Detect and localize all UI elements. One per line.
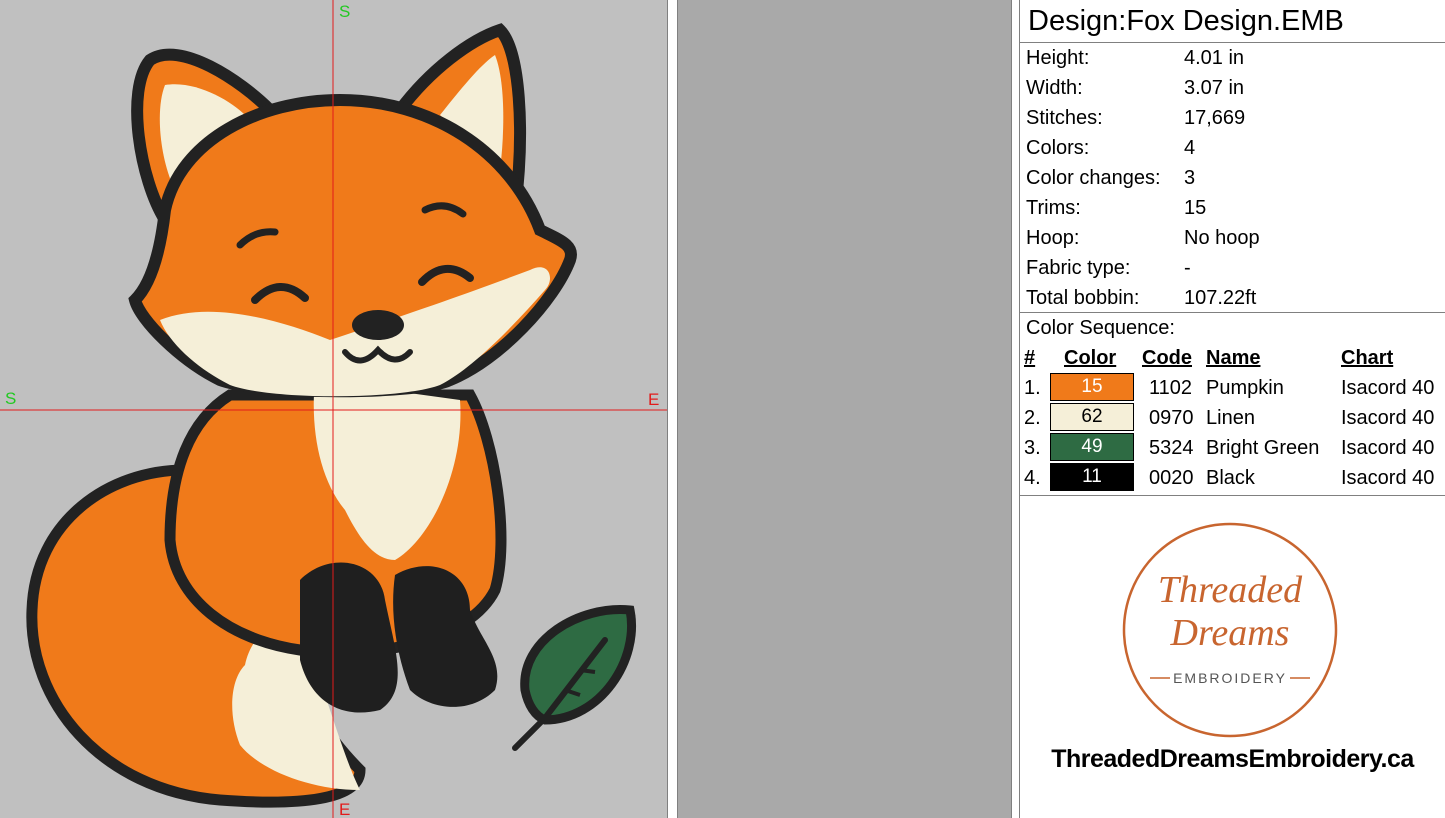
right-end-marker: E (648, 390, 660, 409)
color-code: 0970 (1149, 407, 1194, 429)
color-sequence-title: Color Sequence: (1026, 317, 1175, 339)
color-row: 4. 11 0020 Black Isacord 40 (1020, 463, 1445, 493)
color-name: Black (1206, 467, 1255, 489)
color-code: 1102 (1149, 377, 1193, 399)
color-chart: Isacord 40 (1341, 437, 1435, 459)
color-code: 0020 (1149, 467, 1194, 489)
logo-line2: Dreams (1170, 612, 1290, 654)
header-code: Code (1142, 347, 1192, 369)
empty-workspace (678, 0, 1011, 818)
stat-hoop: Hoop: No hoop (1026, 225, 1260, 251)
stat-value: 17,669 (1184, 107, 1246, 129)
color-swatch: 15 (1050, 373, 1134, 401)
color-chart: Isacord 40 (1341, 467, 1435, 489)
stat-color-changes: Color changes: 3 (1026, 165, 1195, 191)
stat-value: 107.22ft (1184, 287, 1257, 309)
color-name: Linen (1206, 407, 1255, 429)
header-num: # (1024, 347, 1036, 369)
stat-value: 15 (1184, 197, 1207, 219)
design-info-panel: Design:Fox Design.EMB Height: 4.01 in Wi… (1020, 0, 1445, 818)
divider (1020, 495, 1445, 496)
design-title: Design:Fox Design.EMB (1028, 5, 1344, 37)
divider (1020, 42, 1445, 43)
threaded-dreams-logo: Threaded Dreams EMBROIDERY (1122, 522, 1338, 738)
color-swatch: 11 (1050, 463, 1134, 491)
stat-trims: Trims: 15 (1026, 195, 1206, 221)
stat-fabric-type: Fabric type: - (1026, 255, 1191, 281)
fox-nose (352, 310, 404, 340)
bottom-end-marker: E (339, 800, 351, 818)
header-chart: Chart (1341, 347, 1394, 369)
stat-value: 4.01 in (1184, 47, 1245, 69)
fox-embroidery-preview (0, 0, 667, 818)
design-canvas[interactable]: S S E E (0, 0, 668, 818)
stat-value: No hoop (1184, 227, 1260, 249)
stat-label: Color changes: (1026, 167, 1161, 189)
stat-label: Total bobbin: (1026, 287, 1140, 309)
stat-value: 3.07 in (1184, 77, 1245, 99)
color-row: 3. 49 5324 Bright Green Isacord 40 (1020, 433, 1445, 463)
color-row: 2. 62 0970 Linen Isacord 40 (1020, 403, 1445, 433)
stat-label: Height: (1026, 47, 1090, 69)
stat-total-bobbin: Total bobbin: 107.22ft (1026, 285, 1256, 311)
color-row-number: 2. (1024, 407, 1041, 429)
stat-label: Colors: (1026, 137, 1090, 159)
logo-line3: EMBROIDERY (1173, 670, 1287, 686)
stat-height: Height: 4.01 in (1026, 45, 1244, 71)
leaf (520, 605, 636, 725)
color-row-number: 1. (1024, 377, 1041, 399)
color-row: 1. 15 1102 Pumpkin Isacord 40 (1020, 373, 1445, 403)
website-url: ThreadedDreamsEmbroidery.ca (1051, 745, 1414, 773)
stat-stitches: Stitches: 17,669 (1026, 105, 1245, 131)
stat-value: 3 (1184, 167, 1196, 189)
stat-label: Hoop: (1026, 227, 1080, 249)
color-code: 5324 (1149, 437, 1194, 459)
left-start-marker: S (5, 389, 17, 408)
stat-label: Width: (1026, 77, 1083, 99)
divider (1020, 312, 1445, 313)
panel-separator (1011, 0, 1020, 818)
color-chart: Isacord 40 (1341, 377, 1435, 399)
top-start-marker: S (339, 2, 351, 21)
stat-colors: Colors: 4 (1026, 135, 1195, 161)
stat-width: Width: 3.07 in (1026, 75, 1244, 101)
header-name: Name (1206, 347, 1261, 369)
stat-value: - (1184, 257, 1191, 279)
header-color: Color (1064, 347, 1117, 369)
stat-label: Fabric type: (1026, 257, 1131, 279)
stat-value: 4 (1184, 137, 1196, 159)
color-name: Pumpkin (1206, 377, 1284, 399)
color-chart: Isacord 40 (1341, 407, 1435, 429)
color-row-number: 3. (1024, 437, 1041, 459)
canvas-gap (669, 0, 678, 818)
logo-line1: Threaded (1158, 569, 1303, 611)
stat-label: Trims: (1026, 197, 1081, 219)
color-swatch: 49 (1050, 433, 1134, 461)
color-swatch: 62 (1050, 403, 1134, 431)
color-row-number: 4. (1024, 467, 1041, 489)
color-name: Bright Green (1206, 437, 1320, 459)
stat-label: Stitches: (1026, 107, 1103, 129)
